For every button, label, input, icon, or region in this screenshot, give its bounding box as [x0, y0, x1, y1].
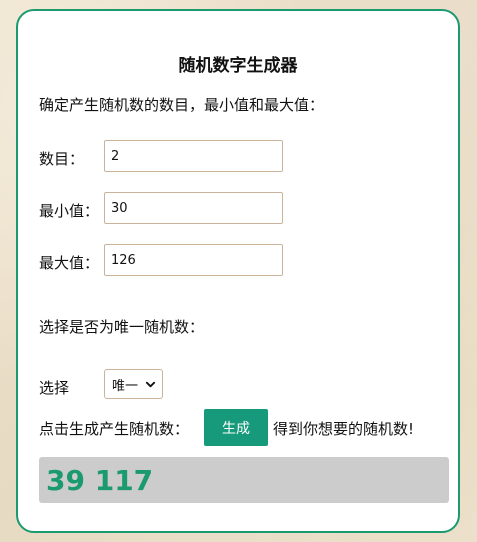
count-input[interactable]	[104, 140, 283, 172]
min-label: 最小值：	[39, 202, 100, 220]
click-label: 点击生成产生随机数：	[39, 420, 190, 438]
count-label: 数目：	[39, 150, 85, 168]
max-label: 最大值：	[39, 254, 100, 272]
result-display: 39 117	[39, 457, 449, 503]
generator-card: 随机数字生成器 确定产生随机数的数目，最小值和最大值： 数目： 最小值： 最大值…	[16, 9, 460, 533]
unique-select[interactable]: 唯一	[104, 369, 163, 399]
intro-text: 确定产生随机数的数目，最小值和最大值：	[39, 96, 325, 114]
generate-button[interactable]: 生成	[204, 409, 268, 446]
min-input[interactable]	[104, 192, 283, 224]
chevron-down-icon	[145, 381, 156, 388]
after-label: 得到你想要的随机数!	[273, 420, 415, 438]
page-title: 随机数字生成器	[178, 56, 298, 76]
unique-select-value: 唯一	[112, 378, 139, 394]
unique-prompt: 选择是否为唯一随机数：	[39, 318, 205, 336]
max-input[interactable]	[104, 244, 283, 276]
select-label: 选择	[39, 379, 70, 397]
